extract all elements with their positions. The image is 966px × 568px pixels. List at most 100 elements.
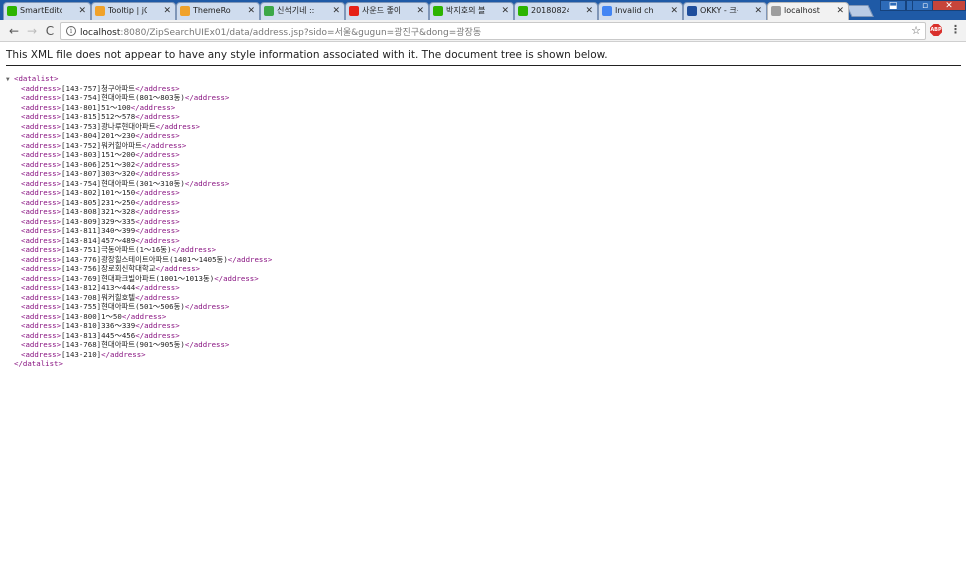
address-close-tag: </address> — [135, 330, 180, 340]
tab-close-icon[interactable]: ✕ — [754, 3, 762, 19]
tab-favicon-icon — [602, 6, 612, 16]
tab-title: OKKY - 크롬 — [700, 6, 738, 15]
address-close-tag: </address> — [135, 188, 180, 197]
address-open-tag: <address> — [21, 321, 62, 330]
address-close-tag: </address> — [171, 245, 217, 254]
address-value: [143-804]201～230 — [61, 131, 136, 140]
tab-favicon-icon — [771, 6, 781, 16]
page-content: This XML file does not appear to have an… — [0, 43, 966, 568]
tab-favicon-icon — [95, 6, 105, 16]
tab-3[interactable]: 신석기네 :: li ✕ — [260, 2, 345, 20]
address-close-tag: </address> — [135, 321, 180, 330]
address-row: <address>[143-813]445～456</address> — [6, 331, 272, 341]
address-value: [143-776]광장힐스테이트아파트(1401～1405동) — [61, 254, 228, 264]
account-button[interactable]: ⬓ — [880, 0, 906, 11]
tab-close-icon[interactable]: ✕ — [163, 3, 171, 19]
tab-favicon-icon — [349, 6, 359, 16]
tab-8[interactable]: OKKY - 크롬 ✕ — [683, 2, 767, 20]
address-close-tag: </address> — [135, 235, 180, 245]
tab-close-icon[interactable]: ✕ — [670, 3, 678, 19]
tab-close-icon[interactable]: ✕ — [585, 3, 593, 19]
address-close-tag: </address> — [184, 178, 230, 188]
address-value: [143-754]현대아파트(801～803동) — [61, 93, 185, 102]
address-close-tag: </address> — [135, 159, 180, 169]
tab-5[interactable]: 박지호의 블로 ✕ — [429, 2, 514, 20]
address-close-tag: </address> — [135, 226, 180, 235]
back-button[interactable]: ← — [6, 23, 22, 39]
address-row: <address>[143-809]329～335</address> — [6, 217, 272, 227]
root-close-line: </datalist> — [6, 359, 272, 369]
tab-1[interactable]: Tooltip | jQu ✕ — [91, 2, 176, 20]
address-row: <address>[143-756]장로회신학대학교</address> — [6, 264, 272, 274]
address-row: <address>[143-801]51～100</address> — [6, 103, 272, 113]
tab-7[interactable]: Invalid chara ✕ — [598, 2, 683, 20]
xml-info-message: This XML file does not appear to have an… — [6, 49, 608, 61]
address-open-tag: <address> — [21, 131, 62, 140]
tab-favicon-icon — [7, 6, 17, 16]
address-open-tag: <address> — [21, 302, 62, 311]
address-value: [143-802]101～150 — [61, 188, 136, 197]
adblock-icon[interactable]: ABP — [930, 24, 942, 36]
address-row: <address>[143-751]극동아파트(1～16동)</address> — [6, 245, 272, 255]
address-value: [143-812]413～444 — [61, 283, 136, 292]
bookmark-star-icon[interactable]: ☆ — [911, 24, 921, 37]
address-close-tag: </address> — [135, 150, 180, 159]
tab-close-icon[interactable]: ✕ — [332, 3, 340, 19]
address-value: [143-805]231～250 — [61, 197, 136, 207]
address-close-tag: </address> — [214, 273, 259, 283]
tab-title: 신석기네 :: li — [277, 6, 316, 15]
tab-0[interactable]: SmartEditor ✕ — [3, 2, 91, 20]
address-open-tag: <address> — [21, 178, 62, 188]
address-open-tag: <address> — [21, 102, 62, 112]
new-tab-button[interactable] — [846, 5, 874, 17]
forward-button[interactable]: → — [24, 23, 40, 39]
tab-close-icon[interactable]: ✕ — [247, 3, 255, 19]
address-row: <address>[143-810]336～339</address> — [6, 321, 272, 331]
tab-close-icon[interactable]: ✕ — [836, 3, 844, 19]
address-row: <address>[143-754]현대아파트(801～803동)</addre… — [6, 93, 272, 103]
tab-6[interactable]: 20180824_Lec ✕ — [514, 2, 598, 20]
address-value: [143-813]445～456 — [61, 330, 136, 340]
address-row: <address>[143-708]워커힐호텔</address> — [6, 293, 272, 303]
address-close-tag: </address> — [135, 112, 180, 121]
tab-title: 20180824_Lec — [531, 6, 569, 15]
info-icon[interactable]: i — [66, 26, 76, 36]
tab-favicon-icon — [433, 6, 443, 16]
address-value: [143-210] — [61, 349, 102, 359]
menu-dots-icon[interactable]: ⋮ — [950, 23, 961, 36]
address-close-tag: </address> — [184, 93, 230, 102]
address-bar[interactable]: i localhost:8080/ZipSearchUIEx01/data/ad… — [60, 22, 926, 40]
tab-close-icon[interactable]: ✕ — [78, 3, 86, 19]
address-row: <address>[143-806]251～302</address> — [6, 160, 272, 170]
url-path: :8080/ZipSearchUIEx01/data/address.jsp?s… — [120, 28, 482, 38]
tab-4[interactable]: 사운드 좋아서 ✕ — [345, 2, 429, 20]
reload-button[interactable]: C — [42, 23, 58, 39]
close-window-button[interactable]: ✕ — [932, 0, 966, 11]
address-close-tag: </address> — [135, 216, 180, 226]
tab-favicon-icon — [264, 6, 274, 16]
address-list: <address>[143-757]청구아파트</address> <addres… — [6, 84, 272, 360]
address-row: <address>[143-755]현대아파트(501～506동)</addre… — [6, 302, 272, 312]
address-value: [143-808]321～328 — [61, 207, 136, 216]
address-value: [143-815]512～578 — [61, 112, 136, 121]
tab-9[interactable]: localhost:808 ✕ — [767, 2, 849, 20]
address-value: [143-751]극동아파트(1～16동) — [61, 245, 172, 254]
collapse-toggle-icon[interactable]: ▼ — [6, 75, 14, 85]
url-host: localhost — [80, 28, 121, 38]
address-open-tag: <address> — [21, 188, 62, 197]
address-value: [143-768]현대아파트(901～905동) — [61, 340, 185, 349]
address-row: <address>[143-805]231～250</address> — [6, 198, 272, 208]
tab-close-icon[interactable]: ✕ — [416, 3, 424, 19]
tab-close-icon[interactable]: ✕ — [501, 3, 509, 19]
address-row: <address>[143-803]151～200</address> — [6, 150, 272, 160]
address-row: <address>[143-754]현대아파트(301～310동)</addre… — [6, 179, 272, 189]
tab-2[interactable]: ThemeRoller ✕ — [176, 2, 260, 20]
address-close-tag: </address> — [141, 140, 187, 150]
url-text[interactable]: localhost:8080/ZipSearchUIEx01/data/addr… — [80, 25, 481, 38]
address-value: [143-800]1～50 — [61, 311, 122, 321]
address-open-tag: <address> — [21, 216, 62, 226]
arrow-left-icon: ← — [8, 24, 20, 38]
tab-favicon-icon — [687, 6, 697, 16]
address-open-tag: <address> — [21, 264, 62, 273]
address-value: [143-753]광나루현대아파트 — [61, 121, 156, 131]
